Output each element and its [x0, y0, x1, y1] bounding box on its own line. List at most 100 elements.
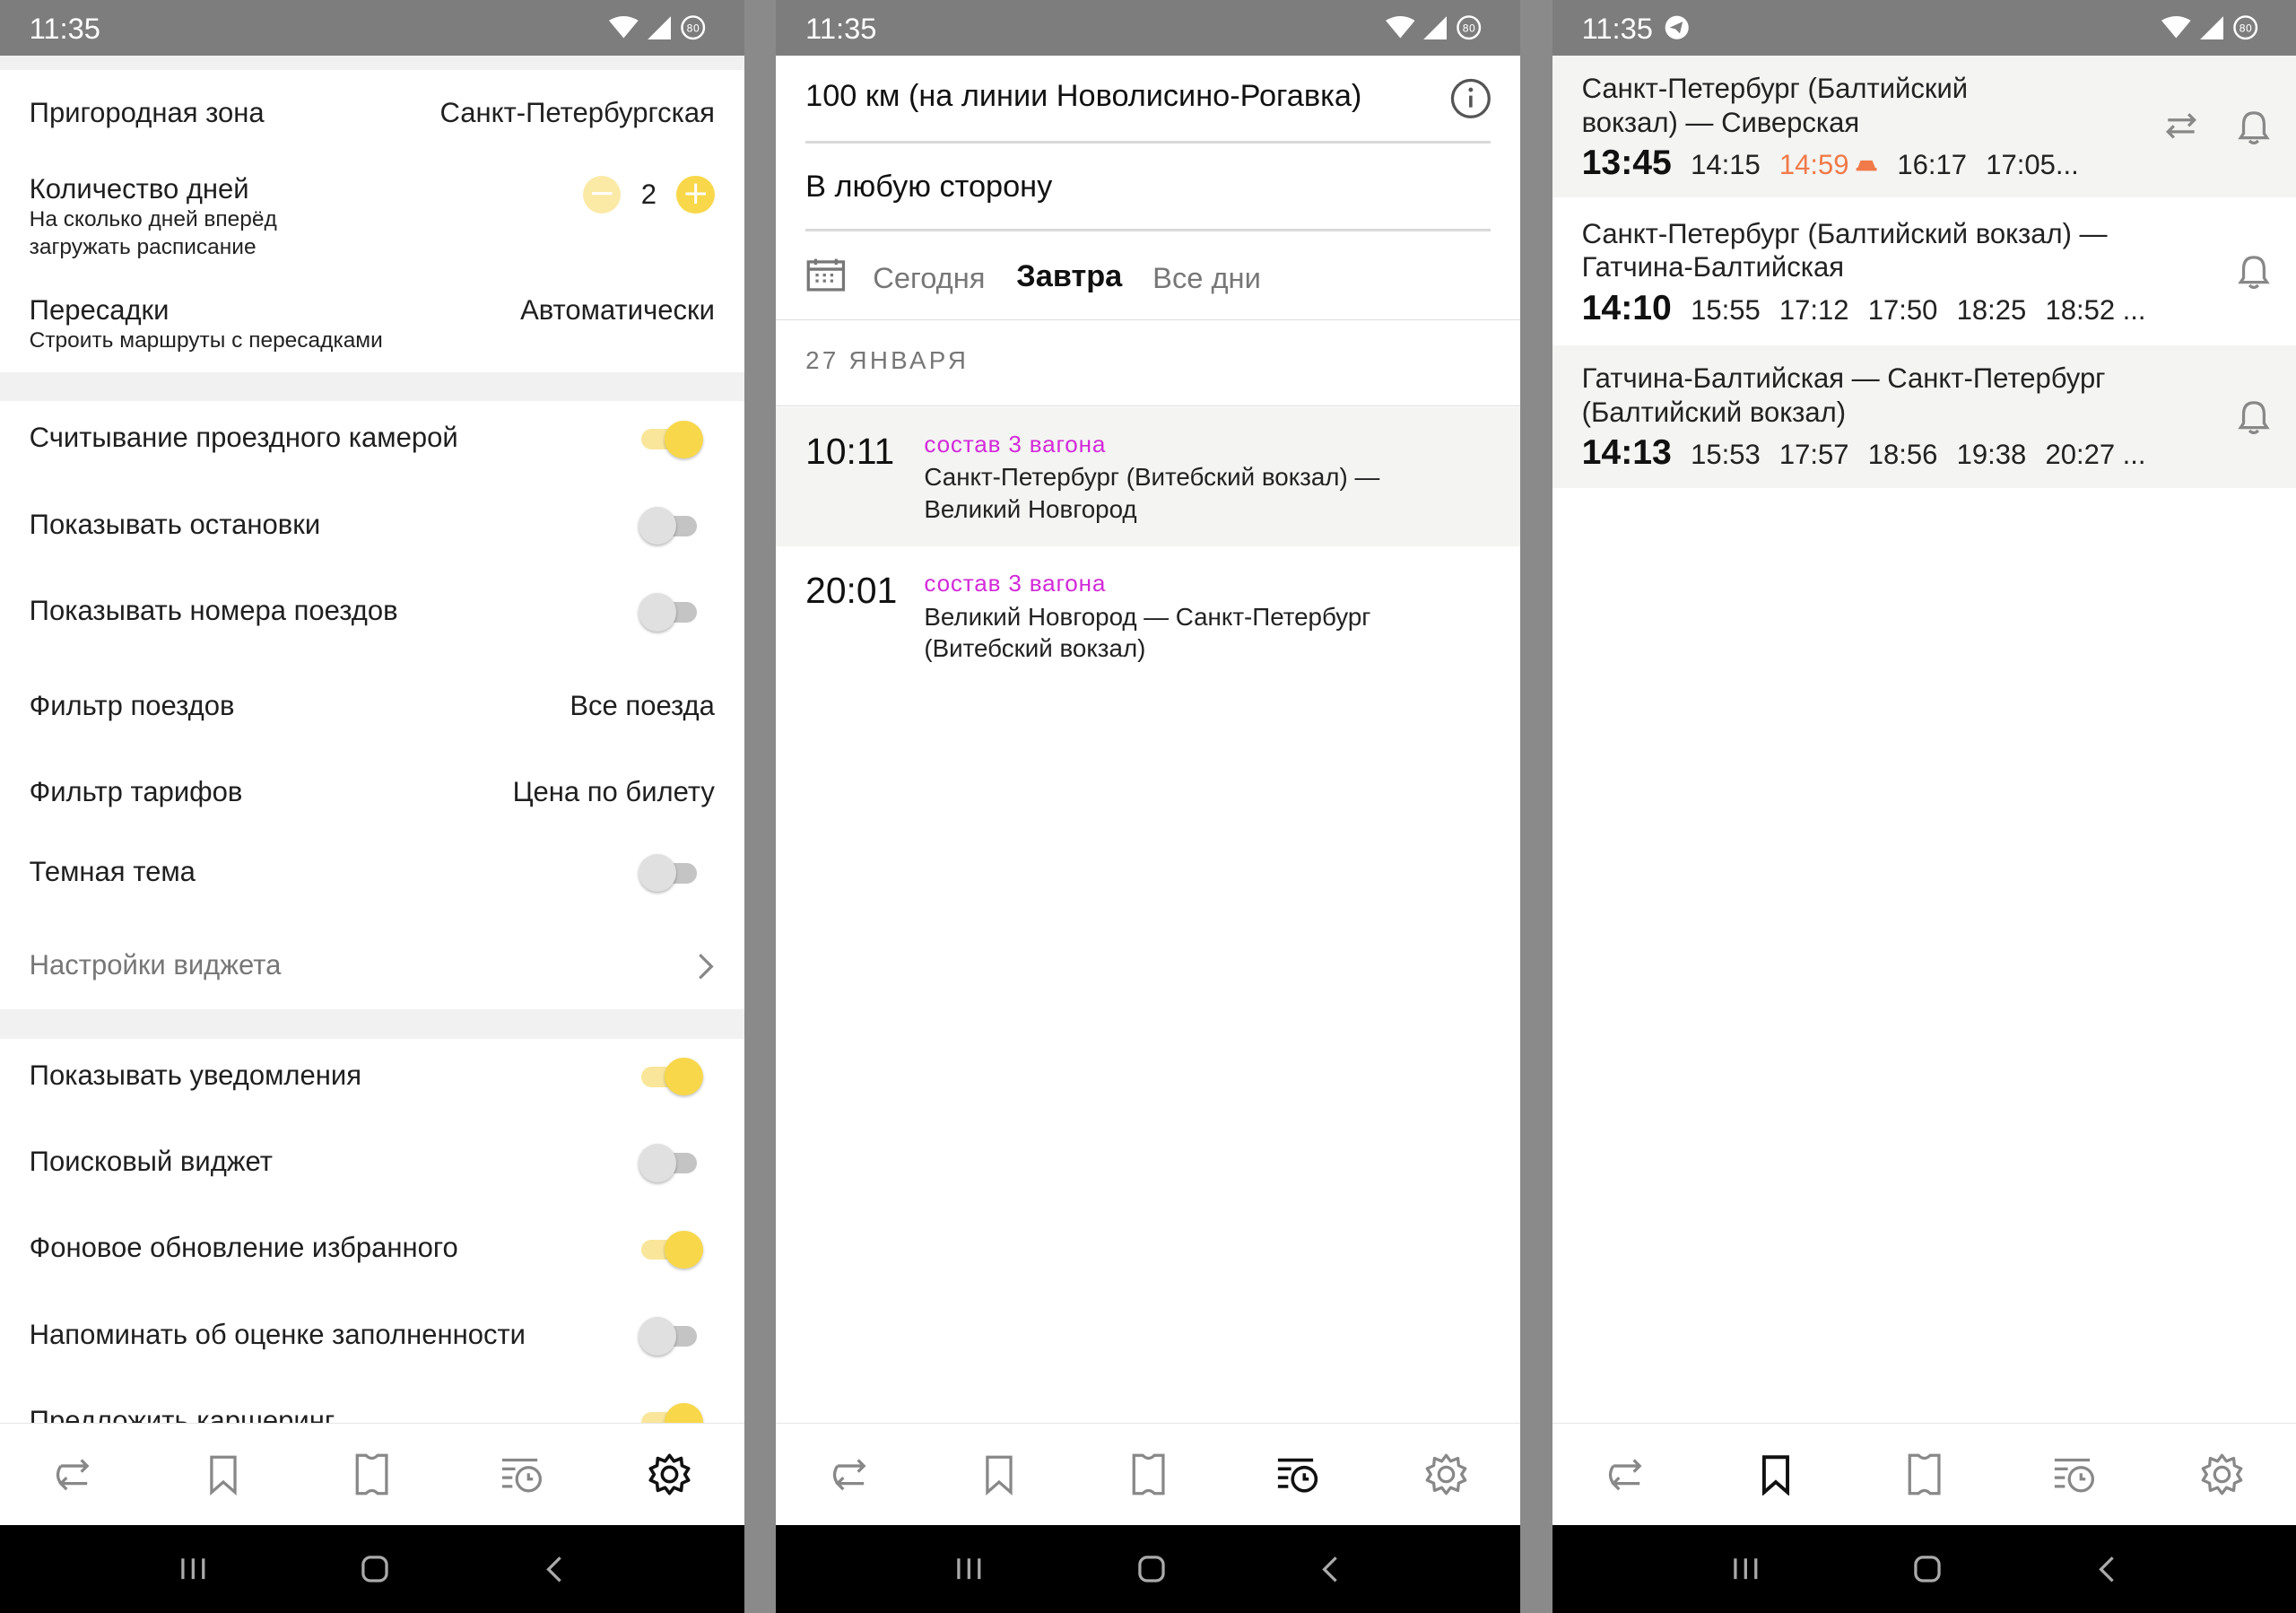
departure-times: 14:10 15:55 17:12 17:50 18:25 18:52 ... — [1582, 289, 2165, 328]
fare-filter-row[interactable]: Фильтр тарифов Цена по билету — [30, 776, 715, 820]
tab-tomorrow[interactable]: Завтра — [1016, 259, 1122, 294]
bg-update-toggle[interactable] — [639, 1230, 703, 1269]
date-header: 27 ЯНВАРЯ — [805, 346, 970, 375]
departure-time: 16:17 — [1897, 149, 1968, 181]
favorite-item[interactable]: Санкт-Петербург (Балтийский вокзал) — Си… — [1552, 56, 2296, 198]
wifi-icon — [609, 15, 639, 39]
favorite-item[interactable]: Санкт-Петербург (Балтийский вокзал) — Га… — [1552, 200, 2296, 344]
swap-direction-icon[interactable] — [2165, 111, 2197, 141]
setting-label: Показывать остановки — [29, 508, 321, 540]
trip-route-line2: Великий Новгород — [924, 495, 1137, 524]
trip-row[interactable]: 10:11 состав 3 вагона Санкт-Петербург (В… — [776, 406, 1521, 547]
favorite-item[interactable]: Гатчина-Балтийская — Санкт-Петербург (Ба… — [1552, 345, 2296, 488]
back-icon[interactable] — [1318, 1555, 1342, 1584]
home-icon[interactable] — [1135, 1553, 1168, 1585]
schedule-clock-icon — [2054, 1458, 2094, 1493]
fare-filter-value: Цена по билету — [512, 776, 715, 808]
tab-route[interactable] — [1583, 1431, 1671, 1519]
back-icon[interactable] — [543, 1555, 566, 1584]
departure-time: 20:27 ... — [2045, 439, 2146, 471]
occupancy-reminder-toggle[interactable] — [639, 1317, 700, 1356]
tab-favorites[interactable] — [955, 1431, 1043, 1519]
departure-time: 19:38 — [1956, 439, 2027, 471]
ticket-icon — [1908, 1453, 1941, 1495]
tab-settings[interactable] — [1402, 1431, 1490, 1519]
departure-time: 17:50 — [1867, 293, 1938, 326]
route-icon — [1609, 1459, 1642, 1491]
train-filter-row[interactable]: Фильтр поездов Все поезда — [30, 690, 715, 734]
tab-tickets[interactable] — [328, 1431, 416, 1519]
tab-settings[interactable] — [2179, 1431, 2266, 1519]
back-icon[interactable] — [2095, 1555, 2118, 1584]
home-icon[interactable] — [359, 1553, 391, 1585]
chevron-right-icon — [699, 954, 714, 980]
signal-icon — [1423, 15, 1448, 40]
increment-button[interactable]: + — [676, 176, 715, 214]
train-numbers-toggle[interactable] — [639, 593, 700, 632]
card-camera-toggle[interactable] — [639, 420, 703, 459]
recents-icon[interactable] — [1731, 1556, 1761, 1582]
recents-icon[interactable] — [954, 1556, 984, 1582]
bookmark-icon — [986, 1455, 1013, 1495]
direction-selector[interactable]: В любую сторону — [805, 170, 1052, 205]
transfers-value: Автоматически — [520, 294, 715, 327]
info-icon[interactable] — [1450, 78, 1492, 119]
favorite-route-line2: вокзал) — Сиверская — [1581, 106, 1860, 138]
bookmark-icon — [1761, 1455, 1789, 1495]
trip-route-line1: Великий Новгород — Санкт-Петербург — [924, 602, 1371, 631]
tab-schedule[interactable] — [1253, 1431, 1341, 1519]
carsharing-toggle[interactable] — [639, 1403, 703, 1423]
tab-tickets[interactable] — [1104, 1431, 1192, 1519]
setting-sublabel: загружать расписание — [29, 234, 257, 259]
transfers-row[interactable]: Пересадки Строить маршруты с пересадками… — [30, 294, 715, 368]
bottom-tab-bar — [1552, 1422, 2296, 1526]
show-stops-toggle[interactable] — [639, 507, 700, 545]
tab-settings[interactable] — [626, 1431, 714, 1519]
next-departure: 14:13 — [1581, 433, 1672, 473]
departure-time: 17:12 — [1779, 293, 1849, 326]
widget-settings-row[interactable]: Настройки виджета — [30, 949, 715, 993]
recents-icon[interactable] — [178, 1556, 208, 1582]
departure-time: 14:15 — [1691, 149, 1761, 181]
departure-time: 18:56 — [1867, 439, 1938, 471]
suburban-zone-row[interactable]: Пригородная зона Санкт-Петербургская — [30, 97, 715, 141]
trip-time: 20:01 — [805, 570, 898, 612]
notifications-toggle[interactable] — [639, 1058, 703, 1096]
setting-label: Фильтр тарифов — [29, 776, 243, 808]
system-nav-bar — [1552, 1524, 2296, 1613]
bell-icon[interactable] — [2238, 109, 2270, 146]
date-header-bar: 27 ЯНВАРЯ — [776, 318, 1521, 406]
calendar-icon[interactable] — [805, 257, 847, 292]
trip-route-line2: (Витебский вокзал) — [924, 634, 1146, 663]
setting-label: Показывать уведомления — [29, 1059, 362, 1091]
divider — [805, 140, 1492, 144]
tab-schedule[interactable] — [2030, 1431, 2118, 1519]
tab-route[interactable] — [806, 1431, 894, 1519]
decrement-button[interactable]: − — [582, 176, 622, 214]
bg-update-row: Фоновое обновление избранного — [30, 1230, 715, 1276]
bottom-tab-bar — [776, 1422, 1521, 1526]
home-icon[interactable] — [1911, 1553, 1944, 1585]
tab-tickets[interactable] — [1881, 1431, 1969, 1519]
battery-icon: 80 — [2232, 15, 2257, 40]
tab-all-days[interactable]: Все дни — [1152, 261, 1261, 295]
setting-label: Считывание проездного камерой — [29, 422, 458, 454]
bell-icon[interactable] — [2238, 398, 2270, 436]
tab-favorites[interactable] — [179, 1431, 267, 1519]
departure-time: 15:55 — [1691, 293, 1761, 326]
settings-list: Пригородная зона Санкт-Петербургская Кол… — [0, 56, 744, 1423]
trip-route-line1: Санкт-Петербург (Витебский вокзал) — — [924, 463, 1380, 492]
departure-time: 17:57 — [1779, 439, 1849, 471]
bell-icon[interactable] — [2238, 253, 2270, 291]
trip-row[interactable]: 20:01 состав 3 вагона Великий Новгород —… — [776, 546, 1521, 686]
tab-schedule[interactable] — [477, 1431, 565, 1519]
setting-sublabel: Строить маршруты с пересадками — [29, 328, 383, 353]
tab-favorites[interactable] — [1732, 1431, 1820, 1519]
dark-theme-toggle[interactable] — [639, 854, 700, 893]
search-widget-toggle[interactable] — [639, 1144, 700, 1182]
status-bar: 11:35 80 — [0, 0, 744, 57]
tab-route[interactable] — [30, 1431, 118, 1519]
tab-today[interactable]: Сегодня — [873, 261, 985, 295]
departure-time: 15:53 — [1691, 439, 1761, 471]
status-time: 11:35 — [1581, 12, 1653, 46]
